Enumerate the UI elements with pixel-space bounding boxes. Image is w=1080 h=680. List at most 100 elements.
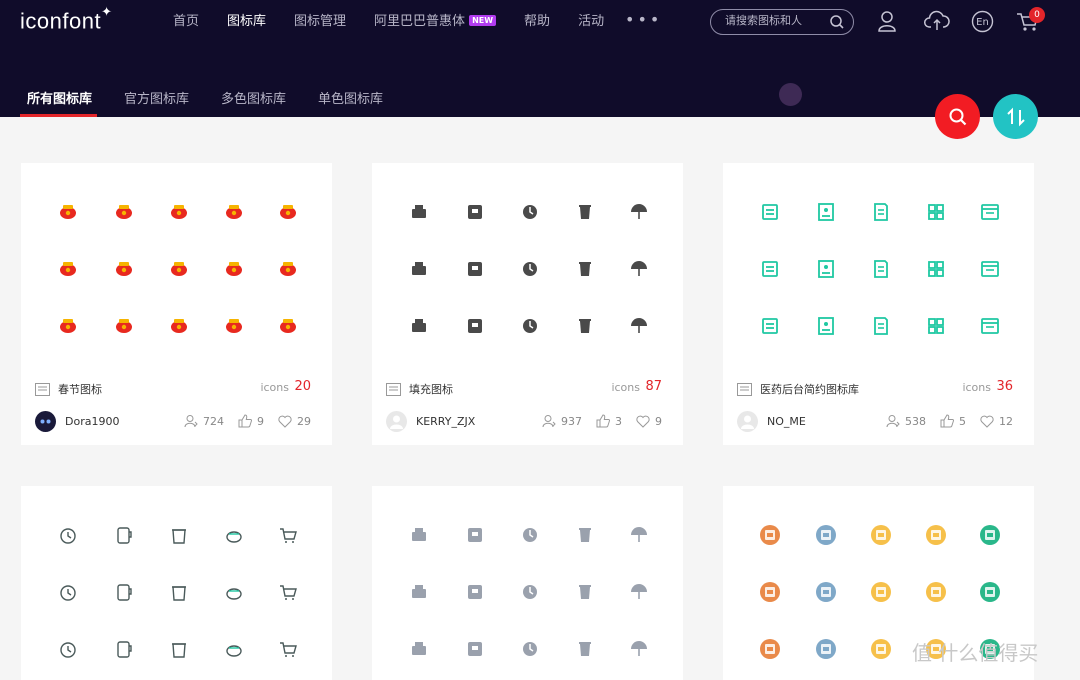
chart-icon[interactable] xyxy=(979,581,1001,603)
lipstick-icon[interactable] xyxy=(574,258,596,280)
lion-dance-icon[interactable] xyxy=(57,315,79,337)
heart-icon[interactable] xyxy=(278,415,292,428)
play-icon[interactable] xyxy=(408,638,430,660)
perfume-icon[interactable] xyxy=(628,201,650,223)
firecracker-icon[interactable] xyxy=(223,201,245,223)
hotpot-icon[interactable] xyxy=(168,201,190,223)
24h-icon[interactable] xyxy=(408,258,430,280)
lantern-icon[interactable] xyxy=(277,201,299,223)
logo[interactable]: iconfont✦ xyxy=(20,4,112,34)
library-card[interactable]: 春节图标 icons 20 Dora1900 724 9 29 xyxy=(21,163,332,445)
checklist-icon[interactable] xyxy=(759,315,781,337)
fu-diamond-icon[interactable] xyxy=(57,258,79,280)
nav-item-icon-library[interactable]: 图标库 xyxy=(227,13,266,31)
thumbs-up-icon[interactable] xyxy=(940,414,954,428)
photo-frame-icon[interactable] xyxy=(464,201,486,223)
calendar-icon[interactable] xyxy=(979,524,1001,546)
printer-icon[interactable] xyxy=(815,524,837,546)
cart-icon[interactable] xyxy=(408,315,430,337)
cloudy-icon[interactable] xyxy=(168,581,190,603)
language-en-icon[interactable]: En xyxy=(971,10,994,37)
location-pin-icon[interactable] xyxy=(408,581,430,603)
red-packets-icon[interactable] xyxy=(113,315,135,337)
shield-check-icon[interactable] xyxy=(870,315,892,337)
id-list-icon[interactable] xyxy=(870,258,892,280)
library-card[interactable] xyxy=(21,486,332,680)
bed-icon[interactable] xyxy=(408,201,430,223)
library-card[interactable]: 填充图标 icons 87 KERRY_ZJX 937 3 9 xyxy=(372,163,683,445)
photo-icon[interactable] xyxy=(759,524,781,546)
folder-upload-icon[interactable] xyxy=(464,581,486,603)
basketball-icon[interactable] xyxy=(168,638,190,660)
target-icon[interactable] xyxy=(223,258,245,280)
search-icon[interactable] xyxy=(829,14,845,34)
author-name[interactable]: KERRY_ZJX xyxy=(416,415,475,428)
red-envelope-box-icon[interactable] xyxy=(168,258,190,280)
library-card[interactable] xyxy=(372,486,683,680)
more-menu-icon[interactable]: ••• xyxy=(625,10,662,29)
trash-icon[interactable] xyxy=(168,524,190,546)
inbox-icon[interactable] xyxy=(759,201,781,223)
avatar[interactable] xyxy=(35,411,56,432)
question-icon[interactable] xyxy=(628,638,650,660)
cup-icon[interactable] xyxy=(464,258,486,280)
card-title[interactable]: 医药后台简约图标库 xyxy=(760,381,859,397)
air-conditioner-icon[interactable] xyxy=(223,638,245,660)
calendar-icon[interactable] xyxy=(979,258,1001,280)
widgets-icon[interactable] xyxy=(408,524,430,546)
teapot-icon[interactable] xyxy=(113,201,135,223)
tab-official-libraries[interactable]: 官方图标库 xyxy=(124,88,189,107)
bulb-icon[interactable] xyxy=(223,581,245,603)
umbrella-icon[interactable] xyxy=(628,315,650,337)
apps-grid-icon[interactable] xyxy=(925,258,947,280)
firework-icon[interactable] xyxy=(277,315,299,337)
avatar[interactable] xyxy=(386,411,407,432)
graduation-cap-icon[interactable] xyxy=(519,524,541,546)
crab-icon[interactable] xyxy=(57,201,79,223)
thumbs-up-icon[interactable] xyxy=(238,414,252,428)
heart-icon[interactable] xyxy=(980,415,994,428)
washer-icon[interactable] xyxy=(113,581,135,603)
search-input[interactable] xyxy=(725,14,825,27)
floating-sort-button[interactable] xyxy=(993,94,1038,139)
list-doc-icon[interactable] xyxy=(574,524,596,546)
bowl-icon[interactable] xyxy=(277,581,299,603)
phone-icon[interactable] xyxy=(815,581,837,603)
building-icon[interactable] xyxy=(815,258,837,280)
nav-item-font[interactable]: 阿里巴巴普惠体 NEW xyxy=(374,13,497,31)
tv-icon[interactable] xyxy=(574,638,596,660)
headphones-icon[interactable] xyxy=(113,638,135,660)
card-icon[interactable] xyxy=(925,581,947,603)
heart-icon[interactable] xyxy=(636,415,650,428)
report-icon[interactable] xyxy=(815,638,837,660)
nav-item-home[interactable]: 首页 xyxy=(173,13,199,31)
nav-item-activity[interactable]: 活动 xyxy=(578,13,604,31)
nav-item-help[interactable]: 帮助 xyxy=(524,13,550,31)
moon-icon[interactable] xyxy=(464,315,486,337)
tab-multicolor-libraries[interactable]: 多色图标库 xyxy=(221,88,286,107)
money-bag-icon[interactable] xyxy=(277,258,299,280)
wrench-icon[interactable] xyxy=(464,524,486,546)
pot-icon[interactable] xyxy=(223,524,245,546)
author-name[interactable]: Dora1900 xyxy=(65,415,119,428)
tab-mono-libraries[interactable]: 单色图标库 xyxy=(318,88,383,107)
play-circle-icon[interactable] xyxy=(57,581,79,603)
necklace-icon[interactable] xyxy=(519,258,541,280)
card-title[interactable]: 春节图标 xyxy=(58,381,102,397)
card-title[interactable]: 填充图标 xyxy=(409,381,453,397)
upload-cloud-icon[interactable] xyxy=(924,10,950,36)
author-name[interactable]: NO_ME xyxy=(767,415,806,428)
hard-drive-icon[interactable] xyxy=(464,638,486,660)
server-icon[interactable] xyxy=(979,201,1001,223)
hat-icon[interactable] xyxy=(168,315,190,337)
user-icon[interactable] xyxy=(877,10,897,36)
bottle-icon[interactable] xyxy=(574,201,596,223)
boots-icon[interactable] xyxy=(519,201,541,223)
lamp-icon[interactable] xyxy=(57,638,79,660)
video-icon[interactable] xyxy=(574,581,596,603)
bag-icon[interactable] xyxy=(519,315,541,337)
note-icon[interactable] xyxy=(870,524,892,546)
document-check-icon[interactable] xyxy=(870,201,892,223)
ingot-icon[interactable] xyxy=(113,258,135,280)
shower-icon[interactable] xyxy=(277,638,299,660)
